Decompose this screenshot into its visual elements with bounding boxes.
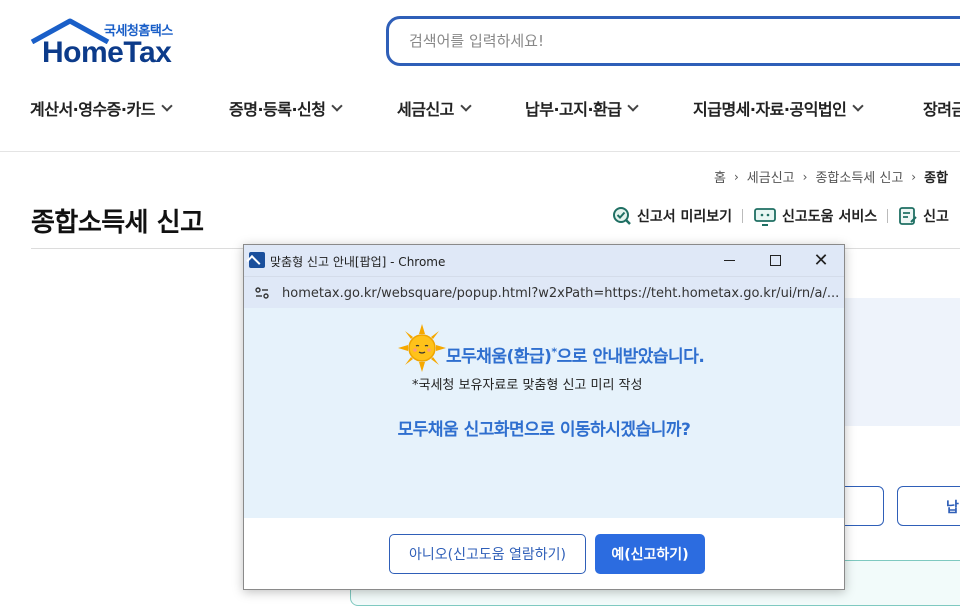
hometax-logo[interactable]: 국세청홈택스 HomeTax — [30, 18, 190, 70]
chevron-down-icon — [627, 100, 640, 112]
chevron-right-icon: › — [802, 169, 808, 184]
background-panel — [843, 298, 960, 426]
breadcrumb-tax-filing[interactable]: 세금신고 — [747, 167, 795, 186]
yes-file-button[interactable]: 예(신고하기) — [595, 534, 705, 574]
chevron-down-icon — [331, 100, 344, 112]
popup-window-title: 맞춤형 신고 안내[팝업] - Chrome — [270, 255, 446, 269]
page-title: 종합소득세 신고 — [31, 208, 204, 238]
popup-titlebar[interactable]: 맞춤형 신고 안내[팝업] - Chrome ✕ — [244, 245, 844, 276]
search-input[interactable] — [386, 16, 960, 66]
magnifier-check-icon — [613, 207, 631, 225]
popup-content: 모두채움(환급)*으로 안내받았습니다. *국세청 보유자료로 맞춤형 신고 미… — [244, 308, 844, 518]
nav-item-incentive[interactable]: 장려금 — [923, 96, 960, 120]
hometax-favicon-icon — [249, 252, 265, 268]
nav-item-payment[interactable]: 납부·고지·환급 — [525, 96, 640, 120]
maximize-icon[interactable] — [752, 245, 798, 276]
nav-item-tax-filing[interactable]: 세금신고 — [397, 96, 472, 120]
chevron-right-icon: › — [911, 169, 917, 184]
tool-divider — [742, 209, 744, 223]
sun-emoji-icon — [398, 324, 446, 372]
background-button-2[interactable]: 납 — [897, 486, 960, 526]
nav-item-statement[interactable]: 지급명세·자료·공익법인 — [693, 96, 865, 120]
filing-help-button[interactable]: 신고도움 서비스 — [753, 206, 877, 226]
site-settings-icon[interactable] — [254, 285, 270, 301]
close-icon[interactable]: ✕ — [798, 245, 844, 276]
chevron-down-icon — [460, 100, 472, 112]
monitor-help-icon — [754, 208, 776, 226]
popup-question: 모두채움 신고화면으로 이동하시겠습니까? — [397, 420, 691, 440]
nav-item-invoice[interactable]: 계산서·영수증·카드 — [30, 96, 173, 120]
chevron-right-icon: › — [733, 169, 739, 184]
breadcrumb: 홈 › 세금신고 › 종합소득세 신고 › 종합 — [714, 167, 949, 187]
page-tools: 신고서 미리보기 신고도움 서비스 신고 — [612, 206, 949, 226]
form-edit-icon — [899, 207, 917, 225]
breadcrumb-current: 종합 — [924, 171, 949, 186]
chevron-down-icon — [161, 100, 173, 112]
no-view-help-button[interactable]: 아니오(신고도움 열람하기) — [389, 534, 586, 574]
chevron-down-icon — [852, 100, 865, 112]
nav-divider — [0, 151, 960, 152]
breadcrumb-income-tax[interactable]: 종합소득세 신고 — [815, 167, 903, 186]
breadcrumb-home[interactable]: 홈 — [714, 167, 726, 186]
popup-headline: 모두채움(환급)*으로 안내받았습니다. — [446, 345, 705, 367]
tool-divider — [887, 209, 889, 223]
nav-item-certificate[interactable]: 증명·등록·신청 — [229, 96, 344, 120]
filing-button[interactable]: 신고 — [898, 206, 949, 226]
logo-title: HomeTax — [42, 36, 172, 69]
popup-url: hometax.go.kr/websquare/popup.html?w2xPa… — [282, 286, 840, 301]
popup-address-bar[interactable]: hometax.go.kr/websquare/popup.html?w2xPa… — [244, 276, 844, 308]
popup-footer: 아니오(신고도움 열람하기) 예(신고하기) — [244, 518, 844, 589]
preview-form-button[interactable]: 신고서 미리보기 — [612, 206, 732, 226]
popup-window: 맞춤형 신고 안내[팝업] - Chrome ✕ hometax.go.kr/w… — [243, 244, 845, 590]
minimize-icon[interactable] — [706, 245, 752, 276]
popup-note: *국세청 보유자료로 맞춤형 신고 미리 작성 — [412, 378, 643, 393]
